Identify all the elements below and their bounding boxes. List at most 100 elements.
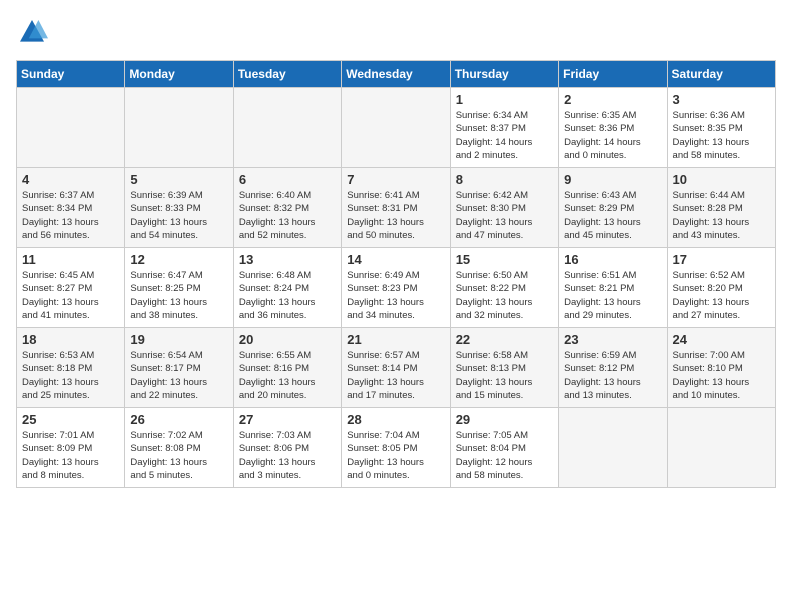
day-number: 28 [347, 412, 444, 427]
day-info: Sunrise: 6:49 AM Sunset: 8:23 PM Dayligh… [347, 269, 444, 322]
day-info: Sunrise: 6:55 AM Sunset: 8:16 PM Dayligh… [239, 349, 336, 402]
day-number: 12 [130, 252, 227, 267]
day-info: Sunrise: 6:36 AM Sunset: 8:35 PM Dayligh… [673, 109, 770, 162]
logo-icon [16, 16, 48, 48]
calendar-cell: 13 Sunrise: 6:48 AM Sunset: 8:24 PM Dayli… [233, 248, 341, 328]
day-info: Sunrise: 6:35 AM Sunset: 8:36 PM Dayligh… [564, 109, 661, 162]
day-number: 19 [130, 332, 227, 347]
logo [16, 16, 52, 48]
day-info: Sunrise: 7:05 AM Sunset: 8:04 PM Dayligh… [456, 429, 553, 482]
calendar-cell: 29 Sunrise: 7:05 AM Sunset: 8:04 PM Dayli… [450, 408, 558, 488]
weekday-header: Monday [125, 61, 233, 88]
day-number: 20 [239, 332, 336, 347]
day-info: Sunrise: 6:41 AM Sunset: 8:31 PM Dayligh… [347, 189, 444, 242]
calendar-cell [559, 408, 667, 488]
day-info: Sunrise: 6:58 AM Sunset: 8:13 PM Dayligh… [456, 349, 553, 402]
calendar-cell [667, 408, 775, 488]
day-number: 17 [673, 252, 770, 267]
calendar-cell: 12 Sunrise: 6:47 AM Sunset: 8:25 PM Dayli… [125, 248, 233, 328]
day-number: 23 [564, 332, 661, 347]
day-info: Sunrise: 6:47 AM Sunset: 8:25 PM Dayligh… [130, 269, 227, 322]
calendar-cell: 22 Sunrise: 6:58 AM Sunset: 8:13 PM Dayli… [450, 328, 558, 408]
day-info: Sunrise: 6:48 AM Sunset: 8:24 PM Dayligh… [239, 269, 336, 322]
day-info: Sunrise: 6:39 AM Sunset: 8:33 PM Dayligh… [130, 189, 227, 242]
day-number: 9 [564, 172, 661, 187]
day-number: 27 [239, 412, 336, 427]
calendar-cell: 7 Sunrise: 6:41 AM Sunset: 8:31 PM Daylig… [342, 168, 450, 248]
calendar-cell: 4 Sunrise: 6:37 AM Sunset: 8:34 PM Daylig… [17, 168, 125, 248]
weekday-header: Tuesday [233, 61, 341, 88]
calendar-cell: 5 Sunrise: 6:39 AM Sunset: 8:33 PM Daylig… [125, 168, 233, 248]
day-number: 3 [673, 92, 770, 107]
calendar-cell: 27 Sunrise: 7:03 AM Sunset: 8:06 PM Dayli… [233, 408, 341, 488]
day-number: 21 [347, 332, 444, 347]
day-number: 5 [130, 172, 227, 187]
calendar-cell: 24Sunrise: 7:00 AM Sunset: 8:10 PM Dayli… [667, 328, 775, 408]
calendar-cell: 26 Sunrise: 7:02 AM Sunset: 8:08 PM Dayli… [125, 408, 233, 488]
weekday-header: Sunday [17, 61, 125, 88]
day-info: Sunrise: 6:44 AM Sunset: 8:28 PM Dayligh… [673, 189, 770, 242]
calendar-cell: 23 Sunrise: 6:59 AM Sunset: 8:12 PM Dayli… [559, 328, 667, 408]
calendar-cell: 20 Sunrise: 6:55 AM Sunset: 8:16 PM Dayli… [233, 328, 341, 408]
day-info: Sunrise: 6:50 AM Sunset: 8:22 PM Dayligh… [456, 269, 553, 322]
weekday-header: Thursday [450, 61, 558, 88]
day-number: 13 [239, 252, 336, 267]
day-number: 2 [564, 92, 661, 107]
day-number: 6 [239, 172, 336, 187]
day-number: 15 [456, 252, 553, 267]
calendar-week-row: 4 Sunrise: 6:37 AM Sunset: 8:34 PM Daylig… [17, 168, 776, 248]
calendar-cell: 21Sunrise: 6:57 AM Sunset: 8:14 PM Dayli… [342, 328, 450, 408]
calendar-cell: 6 Sunrise: 6:40 AM Sunset: 8:32 PM Daylig… [233, 168, 341, 248]
day-info: Sunrise: 6:53 AM Sunset: 8:18 PM Dayligh… [22, 349, 119, 402]
calendar-cell: 15 Sunrise: 6:50 AM Sunset: 8:22 PM Dayli… [450, 248, 558, 328]
day-number: 18 [22, 332, 119, 347]
calendar-cell: 19 Sunrise: 6:54 AM Sunset: 8:17 PM Dayli… [125, 328, 233, 408]
day-number: 11 [22, 252, 119, 267]
calendar-cell [17, 88, 125, 168]
day-number: 22 [456, 332, 553, 347]
calendar-header: SundayMondayTuesdayWednesdayThursdayFrid… [17, 61, 776, 88]
day-number: 29 [456, 412, 553, 427]
calendar-cell: 18 Sunrise: 6:53 AM Sunset: 8:18 PM Dayli… [17, 328, 125, 408]
weekday-header: Friday [559, 61, 667, 88]
calendar-cell: 17 Sunrise: 6:52 AM Sunset: 8:20 PM Dayli… [667, 248, 775, 328]
day-info: Sunrise: 6:54 AM Sunset: 8:17 PM Dayligh… [130, 349, 227, 402]
calendar-cell [125, 88, 233, 168]
calendar-week-row: 11Sunrise: 6:45 AM Sunset: 8:27 PM Dayli… [17, 248, 776, 328]
calendar-cell: 9Sunrise: 6:43 AM Sunset: 8:29 PM Daylig… [559, 168, 667, 248]
calendar-cell: 16 Sunrise: 6:51 AM Sunset: 8:21 PM Dayli… [559, 248, 667, 328]
calendar-week-row: 1Sunrise: 6:34 AM Sunset: 8:37 PM Daylig… [17, 88, 776, 168]
page-header [16, 16, 776, 48]
calendar-body: 1Sunrise: 6:34 AM Sunset: 8:37 PM Daylig… [17, 88, 776, 488]
calendar-cell: 14Sunrise: 6:49 AM Sunset: 8:23 PM Dayli… [342, 248, 450, 328]
day-info: Sunrise: 7:04 AM Sunset: 8:05 PM Dayligh… [347, 429, 444, 482]
header-row: SundayMondayTuesdayWednesdayThursdayFrid… [17, 61, 776, 88]
calendar-cell: 3 Sunrise: 6:36 AM Sunset: 8:35 PM Daylig… [667, 88, 775, 168]
day-number: 7 [347, 172, 444, 187]
weekday-header: Wednesday [342, 61, 450, 88]
day-number: 10 [673, 172, 770, 187]
day-info: Sunrise: 6:37 AM Sunset: 8:34 PM Dayligh… [22, 189, 119, 242]
day-info: Sunrise: 7:03 AM Sunset: 8:06 PM Dayligh… [239, 429, 336, 482]
calendar-table: SundayMondayTuesdayWednesdayThursdayFrid… [16, 60, 776, 488]
calendar-cell [342, 88, 450, 168]
day-info: Sunrise: 7:00 AM Sunset: 8:10 PM Dayligh… [673, 349, 770, 402]
calendar-cell: 11Sunrise: 6:45 AM Sunset: 8:27 PM Dayli… [17, 248, 125, 328]
calendar-cell: 25 Sunrise: 7:01 AM Sunset: 8:09 PM Dayli… [17, 408, 125, 488]
day-number: 16 [564, 252, 661, 267]
day-info: Sunrise: 7:02 AM Sunset: 8:08 PM Dayligh… [130, 429, 227, 482]
day-number: 26 [130, 412, 227, 427]
day-number: 8 [456, 172, 553, 187]
day-number: 4 [22, 172, 119, 187]
day-info: Sunrise: 6:42 AM Sunset: 8:30 PM Dayligh… [456, 189, 553, 242]
weekday-header: Saturday [667, 61, 775, 88]
day-info: Sunrise: 6:59 AM Sunset: 8:12 PM Dayligh… [564, 349, 661, 402]
day-info: Sunrise: 6:40 AM Sunset: 8:32 PM Dayligh… [239, 189, 336, 242]
day-info: Sunrise: 6:51 AM Sunset: 8:21 PM Dayligh… [564, 269, 661, 322]
calendar-cell: 2 Sunrise: 6:35 AM Sunset: 8:36 PM Daylig… [559, 88, 667, 168]
day-info: Sunrise: 7:01 AM Sunset: 8:09 PM Dayligh… [22, 429, 119, 482]
day-info: Sunrise: 6:52 AM Sunset: 8:20 PM Dayligh… [673, 269, 770, 322]
calendar-cell: 28 Sunrise: 7:04 AM Sunset: 8:05 PM Dayli… [342, 408, 450, 488]
day-number: 25 [22, 412, 119, 427]
calendar-cell [233, 88, 341, 168]
